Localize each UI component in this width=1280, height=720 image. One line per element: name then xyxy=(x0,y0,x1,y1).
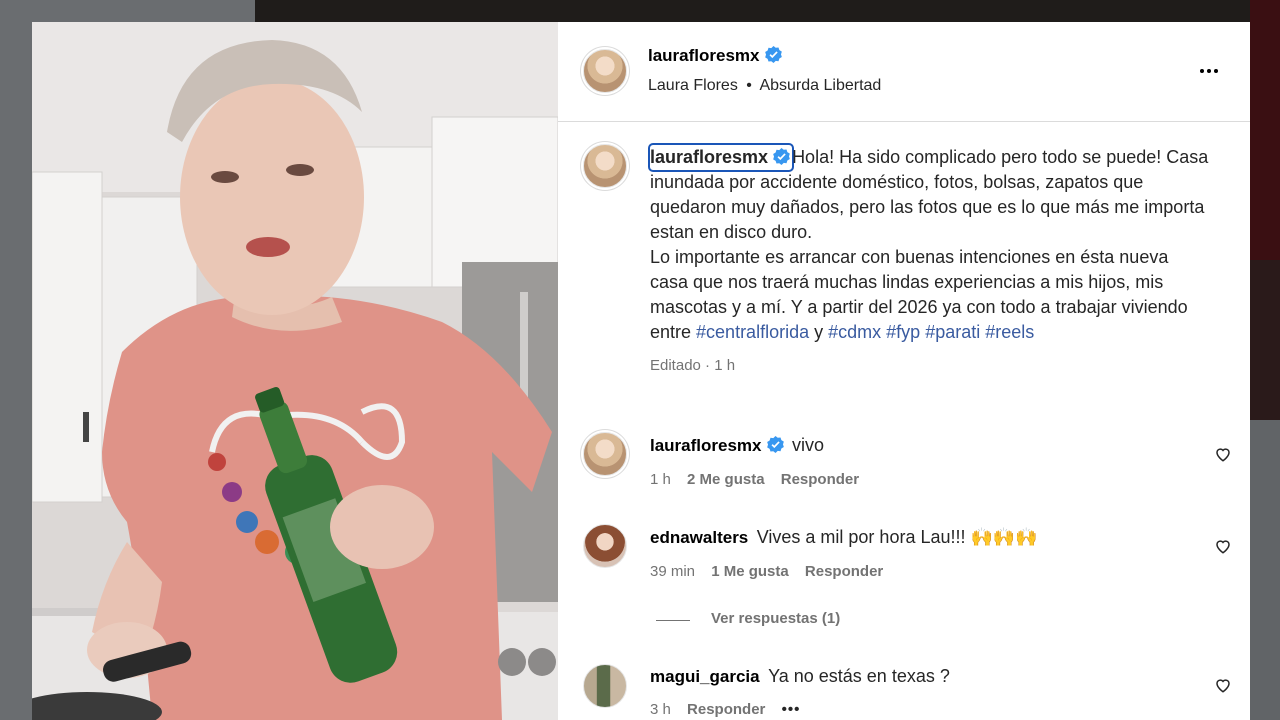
backdrop-right-gray xyxy=(1250,420,1280,720)
comment-reply-button[interactable]: Responder xyxy=(805,563,883,580)
comment-username[interactable]: laurafloresmx xyxy=(650,436,762,455)
caption-author-username[interactable]: laurafloresmx xyxy=(647,143,795,172)
comment-text: vivo xyxy=(791,435,824,455)
like-heart-icon[interactable] xyxy=(1214,676,1232,694)
hashtag-parati[interactable]: #parati xyxy=(925,322,980,342)
audio-title[interactable]: Absurda Libertad xyxy=(759,77,881,94)
more-options-button[interactable] xyxy=(1196,58,1222,84)
subtitle-separator: • xyxy=(746,77,752,94)
more-options-icon xyxy=(1200,69,1204,73)
verified-badge-icon xyxy=(773,148,790,165)
caption-meta: Editado · 1 h xyxy=(650,357,736,374)
more-options-icon-dot xyxy=(1214,69,1218,73)
hashtag-fyp[interactable]: #fyp xyxy=(886,322,920,342)
video-frame-illustration xyxy=(32,22,558,720)
comment-likes[interactable]: 2 Me gusta xyxy=(687,471,765,488)
author-avatar[interactable] xyxy=(583,49,627,93)
reel-video[interactable] xyxy=(32,22,558,720)
author-username[interactable]: laurafloresmx xyxy=(648,46,760,65)
verified-badge-icon xyxy=(766,436,784,453)
comment-reply-button[interactable]: Responder xyxy=(687,701,765,718)
comment-body: ednawalters Vives a mil por hora Lau!!! … xyxy=(650,527,1038,548)
view-replies-line xyxy=(656,620,690,621)
backdrop-right-red xyxy=(1250,0,1280,260)
hashtag-cdmx[interactable]: #cdmx xyxy=(828,322,881,342)
comment-text: Ya no estás en texas ? xyxy=(768,666,950,686)
subtitle-name[interactable]: Laura Flores xyxy=(648,77,738,94)
like-heart-icon[interactable] xyxy=(1214,445,1232,463)
more-options-icon-dot xyxy=(1207,69,1211,73)
comment-avatar[interactable] xyxy=(583,664,627,708)
caption-author-avatar[interactable] xyxy=(583,144,627,188)
comment-time[interactable]: 1 h xyxy=(650,471,671,488)
comment-likes[interactable]: 1 Me gusta xyxy=(711,563,789,580)
comment-username[interactable]: magui_garcia xyxy=(650,667,760,686)
hashtag-centralflorida[interactable]: #centralflorida xyxy=(696,322,809,342)
comment-meta: 1 h 2 Me gusta Responder xyxy=(650,471,859,488)
comment-text: Vives a mil por hora Lau!!! 🙌🙌🙌 xyxy=(756,527,1038,547)
backdrop-top xyxy=(255,0,1280,22)
author-username-row: laurafloresmx xyxy=(648,46,782,66)
comment-username[interactable]: ednawalters xyxy=(650,528,748,547)
post-header: laurafloresmx Laura Flores • Absurda Lib… xyxy=(558,22,1250,122)
caption-text: laurafloresmx Hola! Ha sido complicado pe… xyxy=(647,143,1210,378)
post-subtitle: Laura Flores • Absurda Libertad xyxy=(648,77,881,95)
caption-connector: y xyxy=(809,322,829,342)
comment-avatar[interactable] xyxy=(583,432,627,476)
comment-more-options-icon[interactable]: ••• xyxy=(782,701,801,718)
caption-author-name[interactable]: laurafloresmx xyxy=(650,147,768,167)
hashtag-reels[interactable]: #reels xyxy=(985,322,1034,342)
comment-reply-button[interactable]: Responder xyxy=(781,471,859,488)
like-heart-icon[interactable] xyxy=(1214,537,1232,555)
verified-badge-icon xyxy=(764,46,782,63)
comment-body: magui_garcia Ya no estás en texas ? xyxy=(650,666,950,687)
comment-meta: 3 h Responder ••• xyxy=(650,701,800,718)
comment-body: laurafloresmx vivo xyxy=(650,435,824,456)
comment-time[interactable]: 3 h xyxy=(650,701,671,718)
comment-time[interactable]: 39 min xyxy=(650,563,695,580)
comment-meta: 39 min 1 Me gusta Responder xyxy=(650,563,883,580)
post-details-panel: laurafloresmx Laura Flores • Absurda Lib… xyxy=(558,22,1250,720)
view-replies-button[interactable]: Ver respuestas (1) xyxy=(711,610,840,627)
comment-avatar[interactable] xyxy=(583,524,627,568)
